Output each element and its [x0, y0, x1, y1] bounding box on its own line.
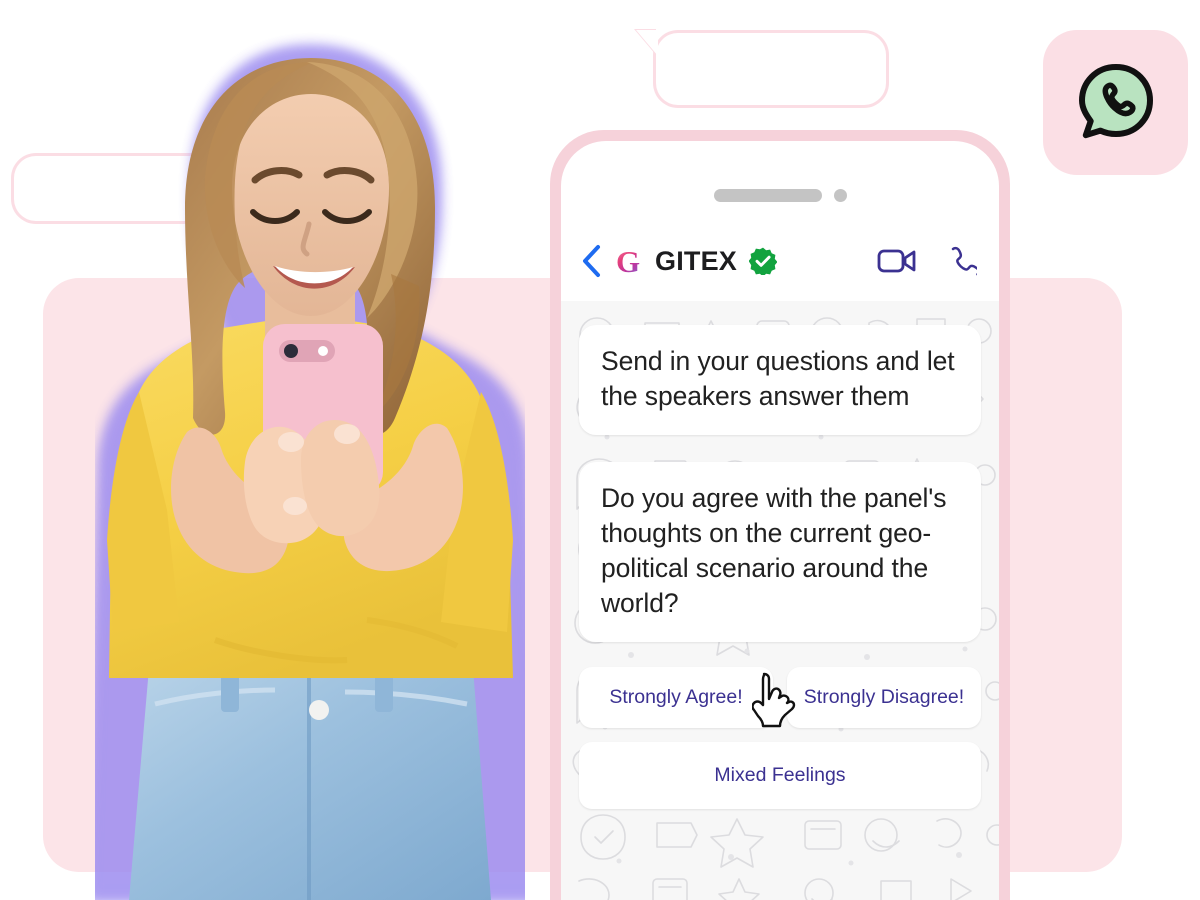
- fingernail: [334, 424, 360, 444]
- phone-notch: [561, 189, 999, 202]
- verified-badge: [749, 247, 778, 275]
- phone-flash: [318, 346, 328, 356]
- back-button[interactable]: [581, 244, 601, 278]
- empty-speech-bubble-top: [636, 30, 886, 105]
- phone-speaker: [713, 189, 822, 202]
- phone-call-button[interactable]: [945, 245, 977, 277]
- screenshot-canvas: G GITEX Send in your questions and let t…: [0, 0, 1200, 900]
- quick-reply-row: Strongly Agree! Strongly Disagree!: [579, 666, 981, 728]
- chat-header: G GITEX: [561, 221, 999, 301]
- video-call-icon: [877, 249, 916, 273]
- quick-reply-mixed-feelings[interactable]: Mixed Feelings: [579, 741, 981, 809]
- whatsapp-icon: [1078, 63, 1153, 138]
- phone-call-icon: [951, 246, 977, 276]
- woman-holding-phone-photo: [95, 28, 525, 900]
- woman-illustration: [95, 48, 525, 900]
- chat-contact-name: GITEX: [655, 245, 738, 276]
- gitex-avatar: G: [613, 244, 643, 278]
- message-bubble-2: Do you agree with the panel's thoughts o…: [579, 461, 981, 642]
- quick-reply-strongly-agree[interactable]: Strongly Agree!: [579, 666, 773, 728]
- chat-message-area: Send in your questions and let the speak…: [561, 301, 999, 900]
- quick-reply-strongly-disagree[interactable]: Strongly Disagree!: [787, 666, 981, 728]
- jeans-button: [309, 700, 329, 720]
- message-list: Send in your questions and let the speak…: [561, 301, 999, 809]
- message-bubble-1: Send in your questions and let the speak…: [579, 325, 981, 435]
- fingernail: [278, 432, 304, 452]
- phone-mockup: G GITEX Send in your questions and let t…: [550, 130, 1010, 900]
- whatsapp-badge-card: [1043, 30, 1188, 175]
- verified-badge-icon: [749, 247, 778, 275]
- video-call-button[interactable]: [877, 246, 917, 276]
- chevron-left-icon: [583, 245, 600, 277]
- phone-screen: G GITEX Send in your questions and let t…: [561, 141, 999, 900]
- phone-front-camera: [833, 189, 847, 202]
- fingernail: [283, 497, 307, 515]
- phone-camera-lens: [284, 344, 298, 358]
- bubble-tail: [636, 30, 658, 56]
